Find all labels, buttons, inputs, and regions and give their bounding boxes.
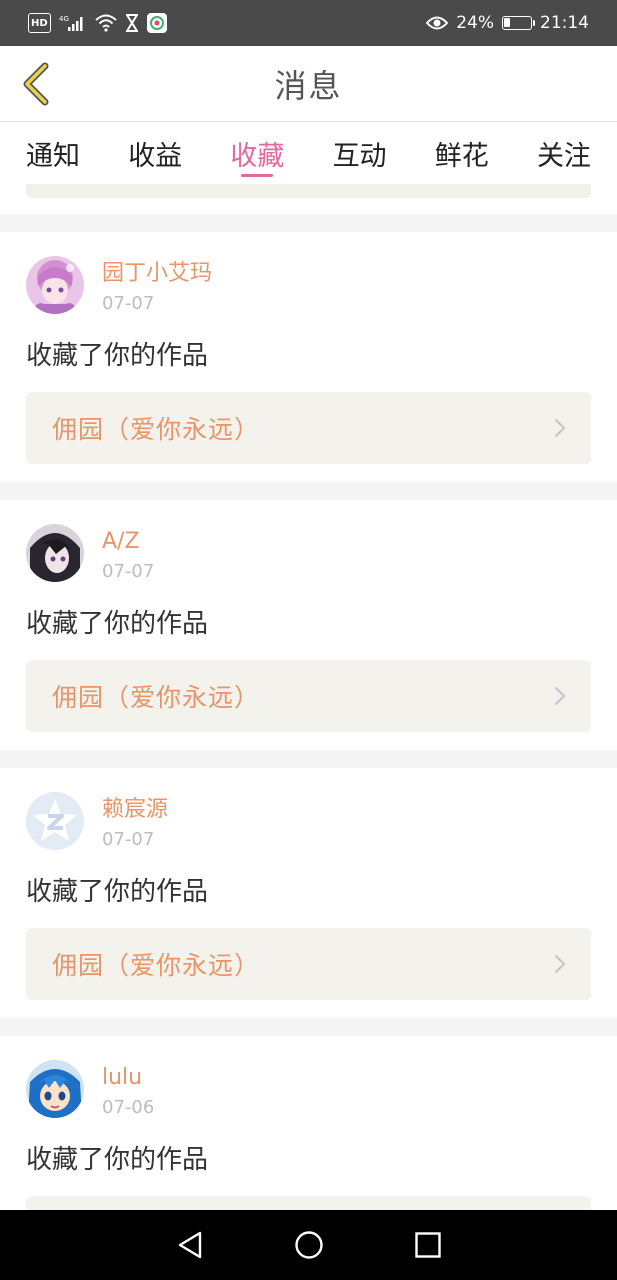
message-date: 07-06 (102, 1097, 155, 1118)
battery-icon (502, 16, 535, 30)
svg-text:4G: 4G (59, 15, 69, 23)
message-card: lulu 07-06 收藏了你的作品 (0, 1036, 617, 1210)
card-divider (0, 482, 617, 500)
chevron-right-icon (553, 417, 567, 439)
default-star-avatar-icon (26, 792, 84, 850)
card-header: 园丁小艾玛 07-07 (26, 256, 591, 318)
user-name[interactable]: A/Z (102, 528, 154, 556)
work-link[interactable]: 佣园（爱你永远） (26, 928, 591, 1000)
message-meta: 赖宸源 07-07 (102, 792, 168, 854)
message-date: 07-07 (102, 829, 155, 850)
user-name[interactable]: 赖宸源 (102, 796, 168, 824)
status-time: 21:14 (540, 13, 589, 33)
tab-favorites[interactable]: 收藏 (230, 122, 284, 184)
page-title: 消息 (274, 66, 343, 105)
status-bar: HD 4G 24% 21:14 (0, 0, 617, 46)
tab-label: 互动 (332, 141, 387, 172)
battery-fill (504, 18, 510, 27)
action-text: 收藏了你的作品 (26, 877, 209, 907)
tab-earnings[interactable]: 收益 (128, 122, 182, 184)
user-name[interactable]: lulu (102, 1064, 154, 1092)
tab-notifications[interactable]: 通知 (26, 122, 80, 184)
nav-home-button[interactable] (289, 1225, 329, 1265)
card-divider (0, 750, 617, 768)
back-button[interactable] (14, 60, 58, 108)
status-left: HD 4G (28, 13, 167, 33)
card-divider (0, 1018, 617, 1036)
anime-girl-avatar-icon (26, 256, 84, 314)
tab-label: 收藏 (230, 141, 285, 172)
work-link[interactable]: 佣园（爱你永远） (26, 392, 591, 464)
battery-percent: 24% (456, 13, 494, 33)
hd-icon: HD (28, 13, 51, 33)
anime-dark-hair-avatar-icon (26, 524, 84, 582)
action-text: 收藏了你的作品 (26, 1145, 209, 1175)
nav-back-button[interactable] (170, 1225, 210, 1265)
card-divider (0, 214, 617, 232)
app-notification-icon (146, 13, 167, 33)
message-meta: 园丁小艾玛 07-07 (102, 256, 212, 318)
status-right: 24% 21:14 (426, 13, 589, 33)
work-link[interactable]: 佣园（爱你永远） (26, 660, 591, 732)
home-circle-icon (294, 1231, 323, 1259)
app-screen: HD 4G 24% 21:14 消息 通知 收益 收藏 互动 鲜花 关注 园丁小… (0, 0, 617, 1280)
tab-following[interactable]: 关注 (537, 122, 591, 184)
signal-icon: 4G (59, 13, 87, 33)
avatar[interactable] (26, 792, 84, 850)
tab-interactions[interactable]: 互动 (333, 122, 387, 184)
message-date: 07-07 (102, 561, 155, 582)
chevron-right-icon (553, 685, 567, 707)
work-link[interactable] (26, 1196, 591, 1210)
partial-message-card (0, 184, 617, 214)
tab-label: 收益 (128, 141, 183, 172)
wifi-icon (95, 13, 117, 33)
tab-label: 通知 (26, 141, 80, 172)
avatar[interactable] (26, 1060, 84, 1118)
user-name[interactable]: 园丁小艾玛 (102, 260, 212, 288)
work-title: 佣园（爱你永远） (52, 683, 261, 712)
nav-recents-button[interactable] (408, 1225, 448, 1265)
card-header: A/Z 07-07 (26, 524, 591, 586)
partial-work-link[interactable] (26, 184, 591, 198)
action-text: 收藏了你的作品 (26, 609, 209, 639)
avatar[interactable] (26, 524, 84, 582)
message-list[interactable]: 园丁小艾玛 07-07 收藏了你的作品 佣园（爱你永远） A/Z 07-07 收… (0, 184, 617, 1210)
chevron-right-icon (553, 953, 567, 975)
message-date: 07-07 (102, 293, 155, 314)
card-header: 赖宸源 07-07 (26, 792, 591, 854)
tab-label: 关注 (536, 141, 591, 172)
hourglass-icon (125, 13, 139, 33)
action-text: 收藏了你的作品 (26, 341, 209, 371)
tab-bar: 通知 收益 收藏 互动 鲜花 关注 (0, 122, 617, 184)
message-card: 赖宸源 07-07 收藏了你的作品 佣园（爱你永远） (0, 768, 617, 1018)
back-triangle-icon (178, 1231, 201, 1259)
system-nav-bar (0, 1210, 617, 1280)
work-title: 佣园（爱你永远） (52, 951, 261, 980)
chevron-left-icon (23, 62, 49, 106)
avatar[interactable] (26, 256, 84, 314)
eye-icon (426, 13, 449, 33)
recents-square-icon (414, 1232, 441, 1258)
anime-blue-hair-avatar-icon (26, 1060, 84, 1118)
work-title: 佣园（爱你永远） (52, 415, 261, 444)
tab-label: 鲜花 (434, 141, 489, 172)
message-meta: lulu 07-06 (102, 1060, 154, 1122)
card-header: lulu 07-06 (26, 1060, 591, 1122)
active-tab-indicator (241, 174, 274, 177)
message-meta: A/Z 07-07 (102, 524, 154, 586)
message-card: 园丁小艾玛 07-07 收藏了你的作品 佣园（爱你永远） (0, 232, 617, 482)
top-header: 消息 (0, 46, 617, 122)
tab-flowers[interactable]: 鲜花 (435, 122, 489, 184)
message-card: A/Z 07-07 收藏了你的作品 佣园（爱你永远） (0, 500, 617, 750)
